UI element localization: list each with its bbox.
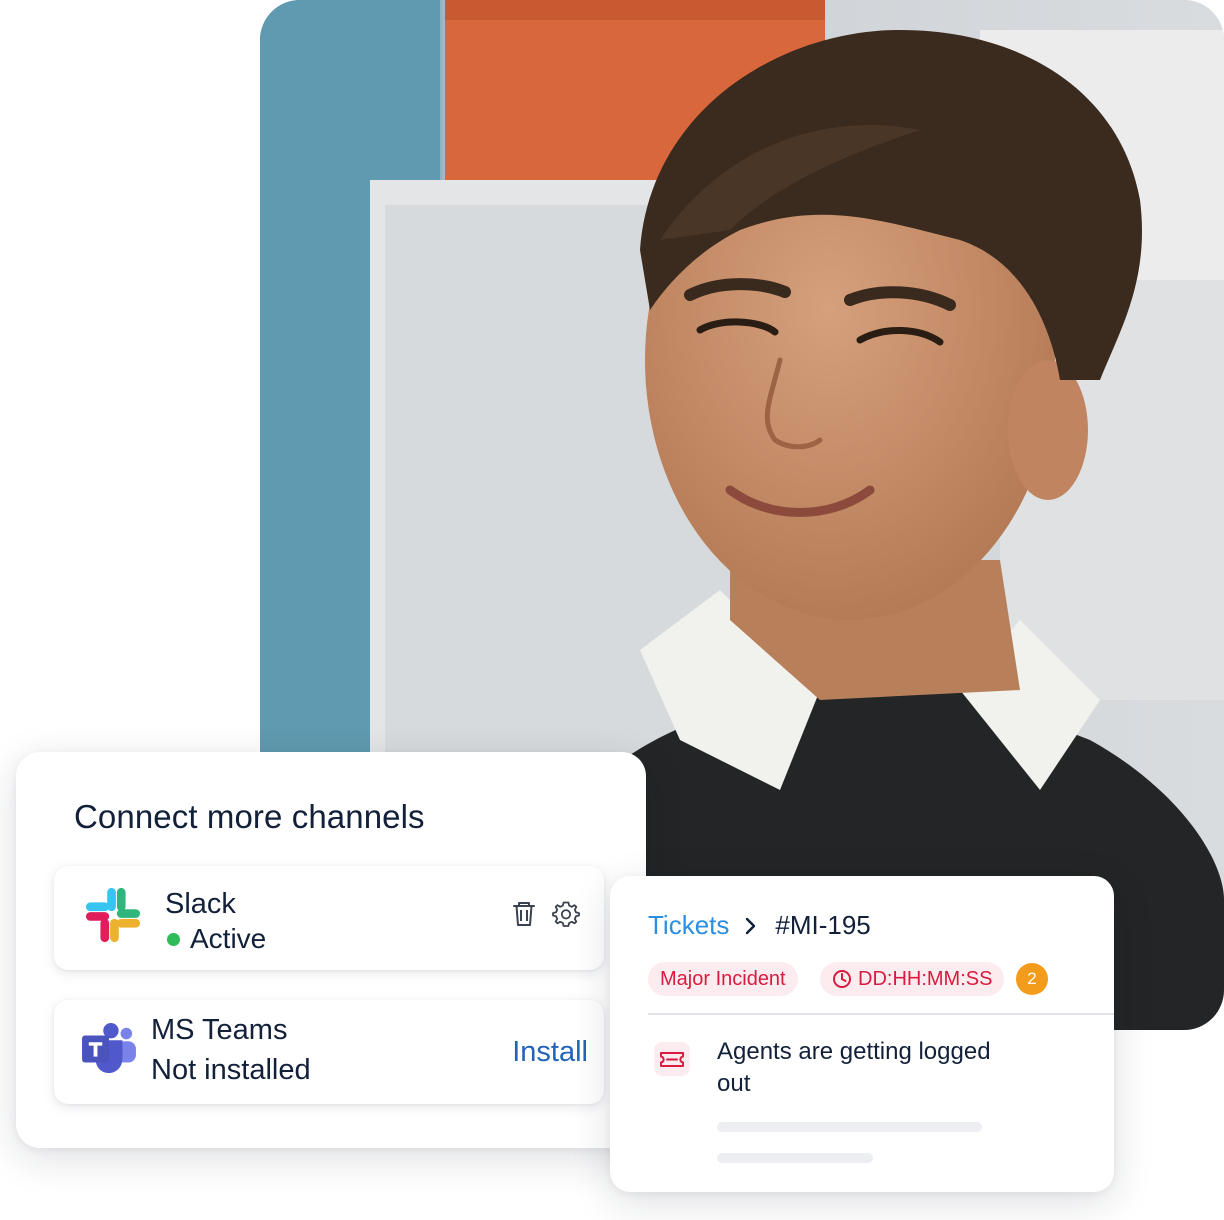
channel-status: Active — [165, 923, 266, 955]
status-dot-icon — [167, 932, 180, 946]
divider — [648, 1013, 1114, 1015]
count-badge: 2 — [1016, 963, 1048, 995]
major-incident-tag: Major Incident — [648, 962, 798, 996]
install-button[interactable]: Install — [512, 1036, 588, 1069]
skeleton-line — [717, 1122, 982, 1132]
ticket-card: Tickets #MI-195 Major Incident DD:HH:MM:… — [610, 876, 1114, 1192]
timer-label: DD:HH:MM:SS — [858, 967, 993, 990]
breadcrumb-tickets-link[interactable]: Tickets — [648, 910, 729, 941]
channel-name: Slack — [165, 888, 236, 920]
card-title: Connect more channels — [74, 798, 425, 835]
gear-icon[interactable] — [552, 900, 580, 928]
channel-row-slack[interactable]: Slack Active — [54, 866, 604, 970]
channel-status: Not installed — [151, 1054, 311, 1086]
ticket-id: #MI-195 — [775, 910, 871, 940]
skeleton-line — [717, 1153, 873, 1163]
sla-timer-tag: DD:HH:MM:SS — [820, 962, 1005, 996]
tag-label: Major Incident — [660, 967, 786, 990]
status-label: Active — [190, 923, 267, 954]
channel-row-ms-teams[interactable]: MS Teams Not installed Install — [54, 1000, 604, 1104]
connect-channels-card: Connect more channels Slack Active MS Te… — [16, 752, 646, 1148]
ms-teams-logo-icon — [82, 1022, 136, 1074]
channel-name: MS Teams — [151, 1014, 288, 1046]
ticket-subject[interactable]: Agents are getting logged out — [717, 1036, 997, 1100]
chevron-right-icon — [746, 917, 756, 934]
trash-icon[interactable] — [510, 900, 538, 928]
ticket-icon — [654, 1042, 690, 1076]
slack-logo-icon — [85, 887, 141, 943]
breadcrumb: Tickets #MI-195 — [648, 910, 871, 941]
clock-icon — [833, 970, 851, 988]
